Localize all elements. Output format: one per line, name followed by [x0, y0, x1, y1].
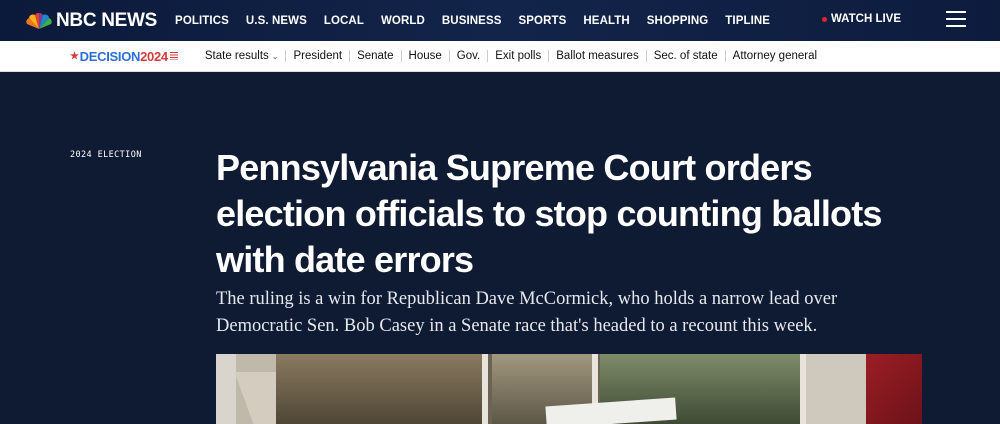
- article-dek: The ruling is a win for Republican Dave …: [216, 289, 838, 336]
- subnav-item-state-results[interactable]: State results ⌄: [205, 50, 286, 62]
- article-headline: Pennsylvania Supreme Court orders electi…: [216, 147, 882, 280]
- nav-politics[interactable]: POLITICS: [175, 15, 229, 27]
- main-nav: POLITICS U.S. NEWS LOCAL WORLD BUSINESS …: [175, 15, 787, 27]
- star-icon: ★: [70, 50, 79, 62]
- subnav-item-president[interactable]: President: [285, 50, 349, 62]
- subnav-item-exit-polls[interactable]: Exit polls: [487, 50, 548, 62]
- nav-business[interactable]: BUSINESS: [442, 15, 502, 27]
- decision-logo-year: 2024: [140, 48, 168, 64]
- decision-subnav: ★ DECISION 2024 State results ⌄ President…: [0, 41, 1000, 72]
- chevron-down-icon: ⌄: [271, 51, 279, 61]
- watch-live-link[interactable]: WATCH LIVE: [821, 13, 901, 25]
- nav-local[interactable]: LOCAL: [324, 15, 364, 27]
- subnav-item-ballot-measures[interactable]: Ballot measures: [548, 50, 645, 62]
- subnav-items: State results ⌄ President Senate House Go…: [205, 50, 824, 62]
- subnav-item-gov[interactable]: Gov.: [448, 50, 487, 62]
- hero-image: [216, 354, 922, 424]
- nav-tipline[interactable]: TIPLINE: [725, 15, 770, 27]
- decision-2024-logo[interactable]: ★ DECISION 2024: [70, 49, 178, 64]
- subnav-item-house[interactable]: House: [400, 50, 449, 62]
- hamburger-menu-icon[interactable]: [946, 11, 966, 29]
- stripes-icon: [169, 52, 178, 60]
- nav-sports[interactable]: SPORTS: [519, 15, 567, 27]
- subnav-item-senate[interactable]: Senate: [349, 50, 400, 62]
- nav-us-news[interactable]: U.S. NEWS: [246, 15, 307, 27]
- live-dot-icon: [821, 16, 827, 22]
- subnav-item-sec-of-state[interactable]: Sec. of state: [645, 50, 725, 62]
- nbc-news-logo[interactable]: NBC NEWS: [26, 0, 157, 41]
- nav-health[interactable]: HEALTH: [583, 15, 629, 27]
- top-navigation-bar: NBC NEWS POLITICS U.S. NEWS LOCAL WORLD …: [0, 0, 1000, 41]
- subnav-item-label: State results: [204, 50, 269, 62]
- logo-text: NBC NEWS: [56, 9, 158, 31]
- nav-shopping[interactable]: SHOPPING: [647, 15, 709, 27]
- peacock-icon: [26, 12, 52, 29]
- article-kicker[interactable]: 2024 ELECTION: [70, 150, 142, 160]
- watch-live-label: WATCH LIVE: [830, 13, 901, 25]
- subnav-item-attorney-general[interactable]: Attorney general: [724, 50, 824, 62]
- decision-logo-text: DECISION: [79, 48, 141, 64]
- nav-world[interactable]: WORLD: [381, 15, 425, 27]
